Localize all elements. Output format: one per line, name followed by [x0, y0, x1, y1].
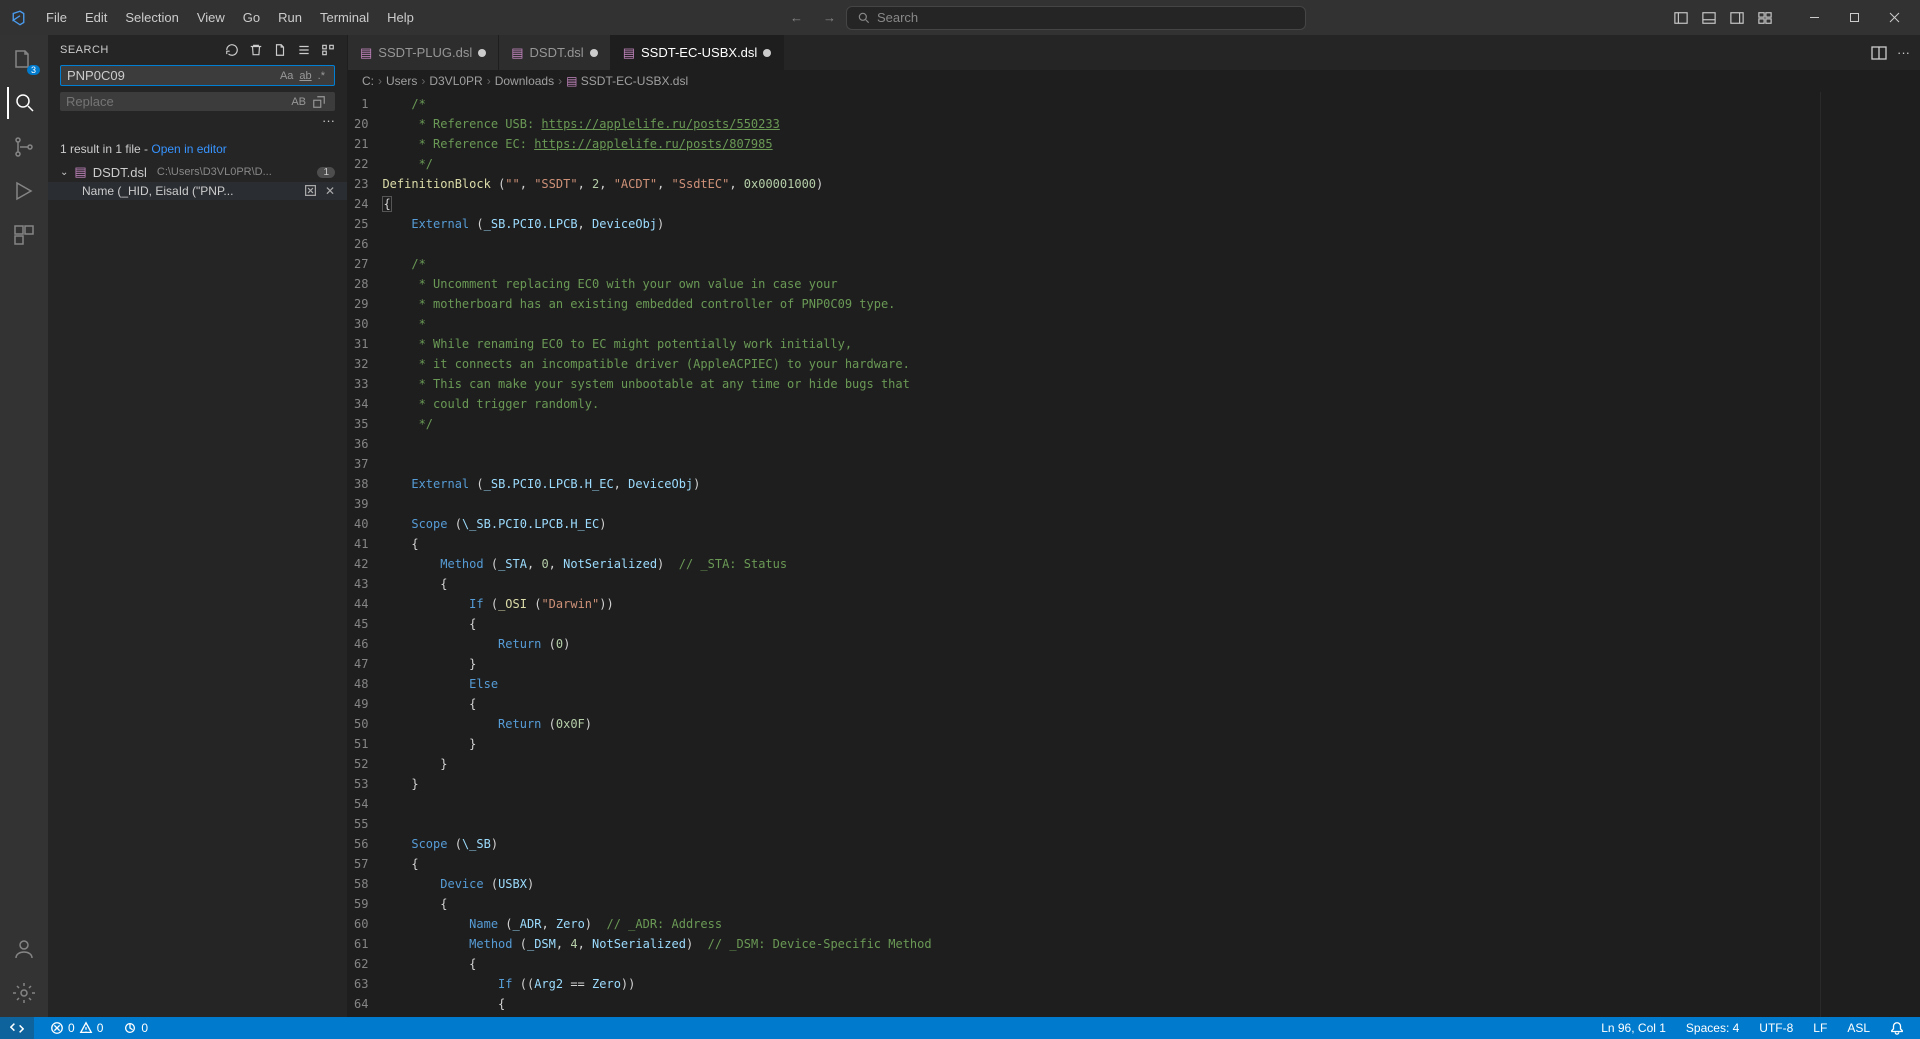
extensions-icon[interactable]: [8, 219, 40, 251]
view-tree-icon[interactable]: [321, 43, 335, 57]
result-match[interactable]: Name (_HID, EisaId ("PNP... ✕: [48, 182, 347, 200]
close-icon[interactable]: ✕: [325, 184, 335, 198]
open-in-editor-link[interactable]: Open in editor: [151, 142, 226, 156]
clear-icon[interactable]: [249, 43, 263, 57]
file-icon: ▤: [511, 45, 523, 61]
search-icon[interactable]: [7, 87, 39, 119]
global-search[interactable]: Search: [846, 6, 1306, 30]
modified-dot-icon: [478, 49, 486, 57]
menu-terminal[interactable]: Terminal: [312, 6, 377, 29]
close-button[interactable]: [1876, 4, 1912, 32]
replace-all-icon[interactable]: [309, 95, 329, 109]
layout-grid-icon[interactable]: [1758, 11, 1772, 25]
file-icon: ▤: [74, 164, 86, 180]
breadcrumb-segment[interactable]: C:: [362, 74, 374, 88]
search-more-icon[interactable]: ···: [60, 111, 335, 130]
global-search-label: Search: [877, 10, 918, 25]
layout-right-icon[interactable]: [1730, 11, 1744, 25]
result-file[interactable]: ⌄ ▤ DSDT.dsl C:\Users\D3VL0PR\D... 1: [48, 162, 347, 182]
nav-back-icon[interactable]: ←: [790, 10, 803, 25]
notifications-icon[interactable]: [1886, 1021, 1908, 1035]
accounts-icon[interactable]: [8, 933, 40, 965]
tab-bar: ▤SSDT-PLUG.dsl▤DSDT.dsl▤SSDT-EC-USBX.dsl…: [348, 35, 1920, 70]
tab[interactable]: ▤SSDT-PLUG.dsl: [348, 35, 499, 70]
collapse-icon[interactable]: [297, 43, 311, 57]
refresh-icon[interactable]: [225, 43, 239, 57]
results-summary: 1 result in 1 file - Open in editor: [48, 136, 347, 162]
file-icon: ▤: [566, 74, 577, 88]
menu-go[interactable]: Go: [235, 6, 268, 29]
nav-forward-icon[interactable]: →: [823, 10, 836, 25]
minimize-button[interactable]: [1796, 4, 1832, 32]
gutter: 1202122232425262728293031323334353637383…: [348, 92, 382, 1017]
file-icon: ▤: [360, 45, 372, 61]
encoding[interactable]: UTF-8: [1755, 1021, 1797, 1035]
title-bar: FileEditSelectionViewGoRunTerminalHelp ←…: [0, 0, 1920, 35]
status-bar: 0 0 0 Ln 96, Col 1 Spaces: 4 UTF-8 LF AS…: [0, 1017, 1920, 1039]
replace-input[interactable]: AB: [60, 92, 335, 111]
menu-bar: FileEditSelectionViewGoRunTerminalHelp: [38, 6, 422, 29]
code-content[interactable]: /* * Reference USB: https://applelife.ru…: [382, 92, 1820, 1017]
menu-edit[interactable]: Edit: [77, 6, 115, 29]
app-icon: [8, 9, 26, 27]
editor: ▤SSDT-PLUG.dsl▤DSDT.dsl▤SSDT-EC-USBX.dsl…: [348, 35, 1920, 1017]
breadcrumb-segment[interactable]: ▤ SSDT-EC-USBX.dsl: [566, 74, 688, 88]
more-icon[interactable]: ···: [1897, 45, 1910, 60]
tab[interactable]: ▤SSDT-EC-USBX.dsl: [611, 35, 785, 70]
menu-view[interactable]: View: [189, 6, 233, 29]
modified-dot-icon: [590, 49, 598, 57]
activity-bar: 3: [0, 35, 48, 1017]
menu-help[interactable]: Help: [379, 6, 422, 29]
sidebar: SEARCH Aa ab .* AB ···: [48, 35, 348, 1017]
split-editor-icon[interactable]: [1871, 45, 1887, 61]
settings-gear-icon[interactable]: [8, 977, 40, 1009]
language-mode[interactable]: ASL: [1843, 1021, 1874, 1035]
regex-icon[interactable]: .*: [315, 70, 328, 82]
remote-button[interactable]: [0, 1017, 34, 1039]
match-count: 1: [317, 167, 335, 178]
layout-bottom-icon[interactable]: [1702, 11, 1716, 25]
search-icon: [857, 11, 871, 25]
cursor-position[interactable]: Ln 96, Col 1: [1597, 1021, 1670, 1035]
preserve-case-icon[interactable]: AB: [288, 96, 309, 108]
source-control-icon[interactable]: [8, 131, 40, 163]
search-input[interactable]: Aa ab .*: [60, 65, 335, 86]
run-debug-icon[interactable]: [8, 175, 40, 207]
dismiss-icon[interactable]: [304, 184, 317, 198]
breadcrumb-segment[interactable]: Users: [386, 74, 417, 88]
new-file-icon[interactable]: [273, 43, 287, 57]
file-icon: ▤: [623, 45, 635, 61]
match-case-icon[interactable]: Aa: [277, 70, 296, 82]
modified-dot-icon: [763, 49, 771, 57]
layout-panel-icon[interactable]: [1674, 11, 1688, 25]
sidebar-title: SEARCH: [60, 44, 109, 56]
menu-run[interactable]: Run: [270, 6, 310, 29]
breadcrumb[interactable]: C:›Users›D3VL0PR›Downloads›▤ SSDT-EC-USB…: [348, 70, 1920, 92]
maximize-button[interactable]: [1836, 4, 1872, 32]
tab[interactable]: ▤DSDT.dsl: [499, 35, 610, 70]
errors-warnings[interactable]: 0 0: [46, 1021, 107, 1035]
menu-file[interactable]: File: [38, 6, 75, 29]
breadcrumb-segment[interactable]: Downloads: [495, 74, 554, 88]
explorer-badge: 3: [27, 65, 40, 75]
eol[interactable]: LF: [1809, 1021, 1831, 1035]
match-word-icon[interactable]: ab: [296, 70, 314, 82]
chevron-down-icon: ⌄: [60, 167, 68, 178]
indentation[interactable]: Spaces: 4: [1682, 1021, 1743, 1035]
explorer-icon[interactable]: 3: [8, 43, 40, 75]
ports[interactable]: 0: [119, 1021, 152, 1035]
breadcrumb-segment[interactable]: D3VL0PR: [429, 74, 482, 88]
minimap[interactable]: [1820, 92, 1920, 1017]
menu-selection[interactable]: Selection: [117, 6, 186, 29]
